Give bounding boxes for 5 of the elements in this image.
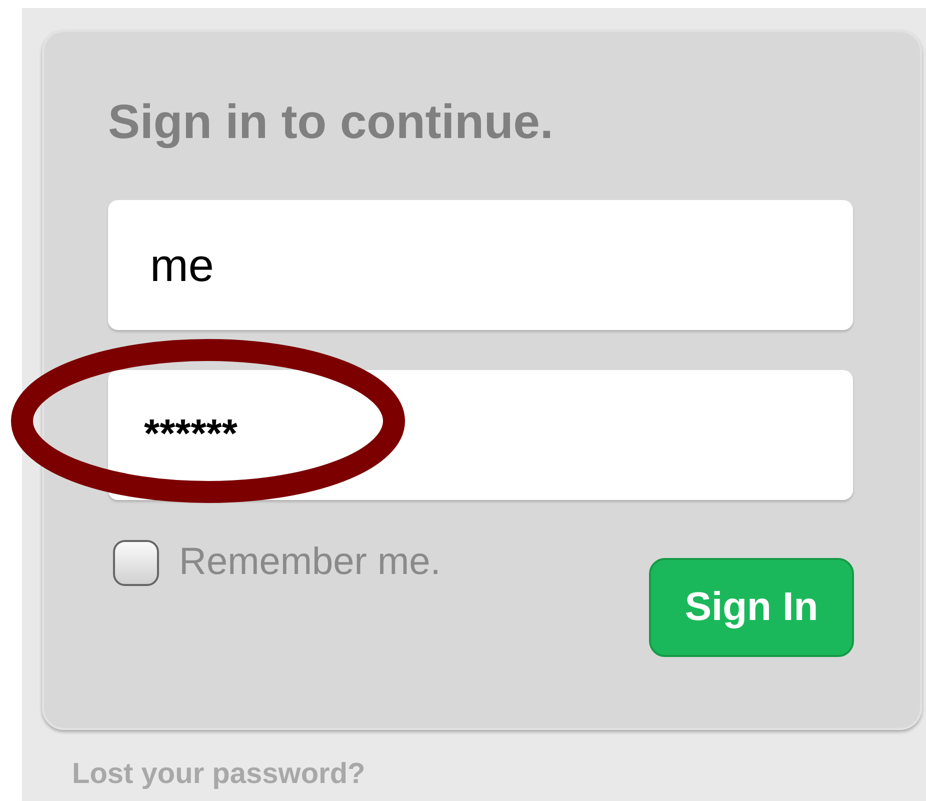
username-field[interactable]: me [108, 200, 853, 330]
remember-label: Remember me. [179, 541, 441, 584]
password-field[interactable]: ****** [108, 370, 853, 500]
form-heading: Sign in to continue. [108, 95, 554, 151]
remember-checkbox[interactable] [113, 540, 159, 586]
